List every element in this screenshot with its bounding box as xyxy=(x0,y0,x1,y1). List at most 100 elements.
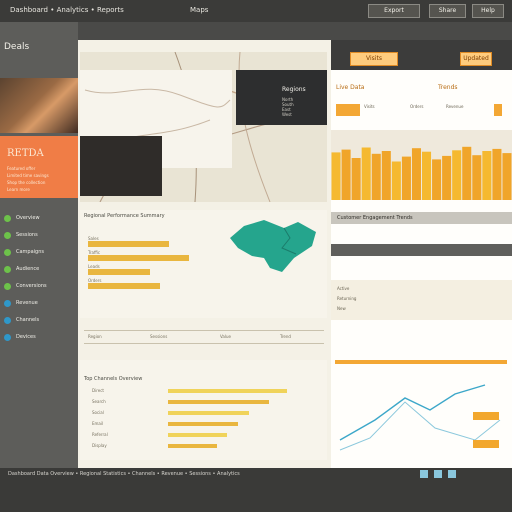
chart-bar-14 xyxy=(462,146,472,200)
right-status-button[interactable]: Updated xyxy=(460,52,492,66)
stats-row-bar xyxy=(88,269,150,275)
export-button[interactable]: Export xyxy=(368,4,420,18)
sidebar-item-label: Sessions xyxy=(16,232,38,238)
right-progress-bar xyxy=(335,360,507,364)
sidebar-dot-icon xyxy=(4,266,11,273)
channel-row-bar xyxy=(168,444,217,448)
chart-bar-8 xyxy=(401,156,411,200)
chart-bar-10 xyxy=(422,151,432,200)
channel-row-bar xyxy=(168,422,238,426)
right-line-chart xyxy=(339,384,501,451)
footer-control-icon xyxy=(420,470,428,478)
stats-title: Regional Performance Summary xyxy=(84,213,165,219)
right-bar-chart xyxy=(331,130,512,200)
channel-row-bar xyxy=(168,433,227,437)
chart-bar-9 xyxy=(411,148,421,200)
chart-bar-5 xyxy=(371,153,381,200)
sidebar-item-label: Devices xyxy=(16,334,36,340)
tab-analytics[interactable]: Analytics xyxy=(57,6,89,14)
sidebar-item-label: Revenue xyxy=(16,300,38,306)
chart-bar-4 xyxy=(361,147,371,200)
kpi-revenue: Revenue xyxy=(446,104,464,109)
chart-bar-3 xyxy=(351,158,361,200)
chart-bar-7 xyxy=(391,161,401,200)
sidebar-dot-icon xyxy=(4,300,11,307)
chart-bar-12 xyxy=(442,155,452,200)
chart-bar-2 xyxy=(341,149,351,200)
summary-col-trend: Trend xyxy=(280,334,291,339)
sidebar-item-devices[interactable]: Devices xyxy=(4,333,74,343)
sidebar-dot-icon xyxy=(4,232,11,239)
legend-active: Active xyxy=(337,286,350,291)
channel-row-label: Search xyxy=(92,399,106,404)
chart-bar-17 xyxy=(492,148,502,200)
sidebar-dot-icon xyxy=(4,283,11,290)
right-legend-block: Active Returning New xyxy=(331,280,512,320)
region-map-graphic xyxy=(230,220,316,272)
sidebar-dot-icon xyxy=(4,215,11,222)
chart-bar-6 xyxy=(381,151,391,200)
channel-row-bar xyxy=(168,400,269,404)
chart-bar-15 xyxy=(472,155,482,200)
promo-photo xyxy=(0,78,78,133)
footer-text: Dashboard Data Overview • Regional Stati… xyxy=(8,471,240,477)
tab-reports[interactable]: Reports xyxy=(97,6,124,14)
footer-controls[interactable] xyxy=(420,470,500,480)
channel-row-label: Referral xyxy=(92,432,108,437)
tab-strip[interactable]: Dashboard • Analytics • Reports xyxy=(10,6,180,16)
tab-dashboard[interactable]: Dashboard xyxy=(10,6,48,14)
channels-title: Top Channels Overview xyxy=(84,376,143,382)
sidebar-item-sessions[interactable]: Sessions xyxy=(4,231,74,241)
right-header-right: Trends xyxy=(438,84,458,91)
sidebar-item-label: Conversions xyxy=(16,283,47,289)
sidebar-item-label: Audience xyxy=(16,266,40,272)
channel-row-bar xyxy=(168,411,249,415)
map-panel-title: Regions xyxy=(282,86,306,93)
help-button[interactable]: Help xyxy=(472,4,504,18)
right-strip: Customer Engagement Trends xyxy=(331,212,512,224)
video-thumbnail[interactable] xyxy=(80,136,162,196)
sidebar-item-overview[interactable]: Overview xyxy=(4,214,74,224)
channel-row-label: Direct xyxy=(92,388,104,393)
right-kpi-button[interactable]: Visits xyxy=(350,52,398,66)
footer-control-icon xyxy=(447,470,456,478)
sidebar-item-channels[interactable]: Channels xyxy=(4,316,74,326)
bar-chart-svg xyxy=(331,146,512,200)
sidebar-item-audience[interactable]: Audience xyxy=(4,265,74,275)
stats-row-bar xyxy=(88,255,189,261)
map-panel-text: North South East West xyxy=(282,97,294,117)
legend-new: New xyxy=(337,306,346,311)
share-button[interactable]: Share xyxy=(429,4,466,18)
promo-line: Limited time savings xyxy=(7,173,49,178)
summary-col-region: Region xyxy=(88,334,102,339)
summary-divider xyxy=(84,343,324,344)
right-header: Live Data Trends xyxy=(336,84,506,96)
summary-divider xyxy=(84,330,324,331)
sidebar-item-label: Campaigns xyxy=(16,249,45,255)
sidebar-item-conversions[interactable]: Conversions xyxy=(4,282,74,292)
sidebar-item-label: Channels xyxy=(16,317,40,323)
sidebar-dot-icon xyxy=(4,334,11,341)
right-header-left: Live Data xyxy=(336,84,365,91)
chart-bar-16 xyxy=(482,151,492,200)
map-info-panel: Regions North South East West xyxy=(236,70,327,125)
chart-bar-11 xyxy=(432,159,442,200)
sidebar-dot-icon xyxy=(4,317,11,324)
kpi-row: Visits Orders Revenue xyxy=(336,104,506,124)
channel-row-label: Social xyxy=(92,410,104,415)
promo-line: Learn more xyxy=(7,187,30,192)
sidebar-item-campaigns[interactable]: Campaigns xyxy=(4,248,74,258)
stats-row-bar xyxy=(88,283,160,289)
kpi-orders: Orders xyxy=(410,104,424,109)
footer-control-icon xyxy=(433,470,442,478)
channel-row-label: Email xyxy=(92,421,104,426)
legend-returning: Returning xyxy=(337,296,357,301)
summary-col-sessions: Sessions xyxy=(150,334,168,339)
stats-row-bar xyxy=(88,241,169,247)
chart-bar-1 xyxy=(331,152,341,200)
chart-bar-18 xyxy=(502,153,512,200)
right-section-title: Customer Engagement Trends xyxy=(337,215,413,221)
sidebar-item-label: Overview xyxy=(16,215,40,221)
sidebar-item-revenue[interactable]: Revenue xyxy=(4,299,74,309)
tab-maps[interactable]: Maps xyxy=(190,6,240,16)
